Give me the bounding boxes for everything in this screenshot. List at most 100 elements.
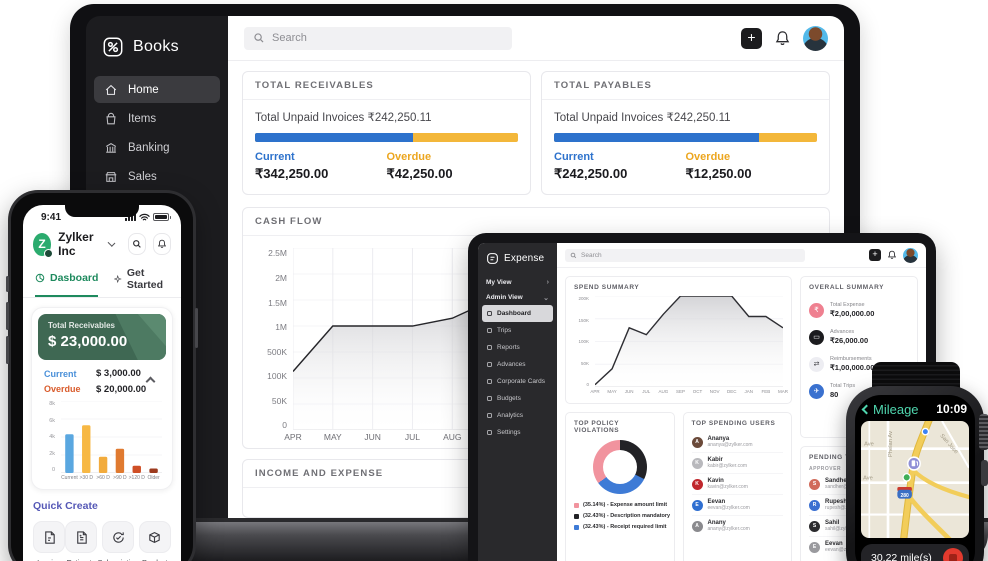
user-row[interactable]: KKavinkavin@zylker.com <box>692 474 784 495</box>
trips-icon <box>487 328 492 333</box>
overdue-value: ₹42,250.00 <box>387 166 519 182</box>
tab-label: Dasboard <box>50 272 98 284</box>
advances-icon: ▭ <box>809 330 824 345</box>
quick-create-subscription[interactable]: Subscription <box>97 521 138 561</box>
app-title: Books <box>133 38 179 56</box>
nav-group-admin-view[interactable]: Admin View⌄ <box>478 290 557 305</box>
quick-create-product[interactable]: Product <box>139 521 171 561</box>
unpaid-invoices-text: Total Unpaid Invoices ₹242,250.11 <box>554 110 817 124</box>
quick-create-invoice[interactable]: Invoice <box>33 521 65 561</box>
reimbursements-icon: ⇄ <box>809 357 824 372</box>
sidebar-item-sales[interactable]: Sales <box>94 163 220 190</box>
company-name[interactable]: Zylker Inc <box>58 230 102 258</box>
back-chevron-icon[interactable] <box>862 404 872 414</box>
policy-violations-legend: (35.14%) - Expense amount limit(32.43%) … <box>574 502 666 530</box>
nav-item-advances[interactable]: Advances <box>482 356 553 373</box>
summary-label: Total Expense <box>830 302 874 308</box>
nav-item-dashboard[interactable]: Dashboard <box>482 305 553 322</box>
expense-topbar: + <box>557 243 926 268</box>
summary-row-advances: ▭ Advances₹26,000.00 <box>809 329 909 345</box>
user-texts: Kavinkavin@zylker.com <box>708 478 748 490</box>
search-button[interactable] <box>128 233 146 255</box>
legend-label: (32.43%) - Description mandatory <box>583 513 670 519</box>
nav-item-corporate-cards[interactable]: Corporate Cards <box>482 373 553 390</box>
summary-value: ₹26,000.00 <box>830 336 868 345</box>
overdue-value: $ 20,000.00 <box>96 384 147 395</box>
watch-map[interactable]: Ave Ave Phelan Av San Jose 280 <box>861 421 969 538</box>
watch-time: 10:09 <box>936 402 967 416</box>
notifications-bell-icon[interactable] <box>887 250 897 260</box>
user-texts: Kabirkabir@zylker.com <box>708 457 748 469</box>
current-col: Current ₹242,250.00 <box>554 151 686 182</box>
phone-header: Z Zylker Inc <box>23 223 181 262</box>
tab-get-started[interactable]: Get Started <box>114 267 169 297</box>
spend-summary-card: SPEND SUMMARY 200K150K100K50K0APRMAYJUNJ… <box>565 276 792 404</box>
receivables-card: Total Receivables $ 23,000.00 Current Ov… <box>31 307 173 490</box>
nav-group-my-view[interactable]: My View› <box>478 275 557 290</box>
stat-values: $ 3,000.00 $ 20,000.00 <box>96 368 147 395</box>
product-box-icon <box>139 521 171 553</box>
user-row[interactable]: AAnanyaananya@zylker.com <box>692 432 784 453</box>
bag-icon <box>104 112 118 126</box>
watch-app-title: Mileage <box>873 402 919 417</box>
user-texts: Ananyaananya@zylker.com <box>708 436 753 448</box>
payables-progress-bar <box>554 133 817 142</box>
user-row[interactable]: K Kabirkabir@zylker.com <box>692 453 784 474</box>
watch-crown[interactable] <box>979 414 988 450</box>
reports-icon <box>487 345 492 350</box>
nav-group-label: My View <box>486 279 512 286</box>
user-avatar: K <box>692 458 703 469</box>
stop-recording-button[interactable] <box>943 548 963 561</box>
sidebar-item-banking[interactable]: Banking <box>94 134 220 161</box>
receivables-amount: $ 23,000.00 <box>48 333 156 350</box>
notifications-bell-icon[interactable] <box>153 233 171 255</box>
user-email: kavin@zylker.com <box>708 484 748 490</box>
spend-summary-title: SPEND SUMMARY <box>574 284 783 291</box>
user-texts: Ananyanany@zylker.com <box>708 520 750 532</box>
collapse-chevron-icon[interactable] <box>146 377 156 387</box>
zylker-logo-badge <box>44 249 53 258</box>
top-spending-users-card: TOP SPENDING USERS AAnanyaananya@zylker.… <box>683 412 793 561</box>
watch-side-button[interactable] <box>981 460 988 486</box>
nav-item-trips[interactable]: Trips <box>482 322 553 339</box>
quick-create-estimate[interactable]: Estimate <box>65 521 97 561</box>
quick-add-button[interactable]: + <box>869 249 881 261</box>
legend-chip <box>574 503 579 508</box>
card-title: TOTAL RECEIVABLES <box>243 72 530 100</box>
notifications-bell-icon[interactable] <box>774 30 791 47</box>
user-avatar[interactable] <box>903 248 918 263</box>
summary-label: Advances <box>830 329 868 335</box>
nav-item-analytics[interactable]: Analytics <box>482 407 553 424</box>
quick-add-button[interactable]: + <box>741 28 762 49</box>
search-bar[interactable] <box>565 249 805 262</box>
nav-item-label: Dashboard <box>497 310 531 317</box>
expense-logo-icon <box>486 252 499 265</box>
sidebar-item-items[interactable]: Items <box>94 105 220 132</box>
card-body: Total Unpaid Invoices ₹242,250.11 Curren… <box>243 100 530 194</box>
search-input[interactable] <box>272 32 503 44</box>
sidebar-item-home[interactable]: Home <box>94 76 220 103</box>
nav-item-reports[interactable]: Reports <box>482 339 553 356</box>
user-avatar: S <box>809 521 820 532</box>
analytics-icon <box>487 413 492 418</box>
nav-item-budgets[interactable]: Budgets <box>482 390 553 407</box>
user-row[interactable]: AAnanyanany@zylker.com <box>692 516 784 536</box>
budgets-icon <box>487 396 492 401</box>
dashboard-icon <box>487 311 492 316</box>
settings-gear-icon <box>487 430 492 435</box>
nav-item-settings[interactable]: Settings <box>482 424 553 441</box>
tab-dashboard[interactable]: Dasboard <box>35 267 98 297</box>
watch-screen: Mileage 10:09 <box>855 395 975 561</box>
current-value: $ 3,000.00 <box>96 368 147 379</box>
search-input[interactable] <box>581 252 800 259</box>
search-bar[interactable] <box>244 27 512 50</box>
legend-item: (32.43%) - Receipt required limit <box>574 524 666 530</box>
overdue-col: Overdue ₹12,250.00 <box>686 151 818 182</box>
phone-volume-up-button <box>6 302 9 330</box>
user-row[interactable]: EEevaneevan@zylker.com <box>692 495 784 516</box>
chevron-down-icon[interactable] <box>108 239 116 247</box>
summary-texts: Total Expense₹2,00,000.00 <box>830 302 874 318</box>
user-avatar[interactable] <box>803 26 828 51</box>
map-canvas: Ave Ave Phelan Av San Jose 280 <box>861 421 969 538</box>
legend-label: (32.43%) - Receipt required limit <box>583 524 666 530</box>
